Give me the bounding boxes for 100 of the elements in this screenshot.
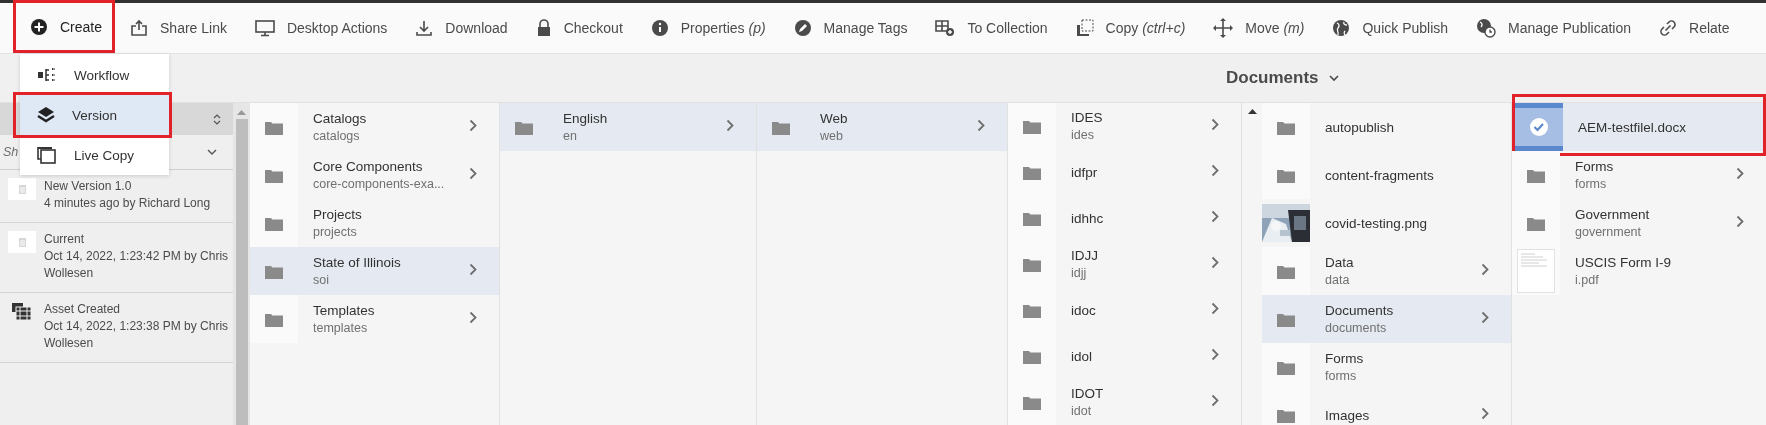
selected-check-icon[interactable] xyxy=(1515,103,1563,151)
chevron-right-icon[interactable] xyxy=(469,167,477,180)
item-title: idfpr xyxy=(1071,164,1099,180)
folder-icon xyxy=(1527,215,1545,231)
chevron-right-icon[interactable] xyxy=(1481,311,1489,324)
list-item[interactable]: idfpr xyxy=(1008,149,1241,195)
toolbar-button[interactable]: Create xyxy=(30,4,103,49)
toolbar-button[interactable]: Manage Publication xyxy=(1476,6,1632,50)
list-item[interactable]: AEM-testfilel.docx xyxy=(1515,103,1763,151)
chevron-right-icon[interactable] xyxy=(1211,348,1219,361)
list-item[interactable]: Forms forms xyxy=(1512,151,1766,199)
menu-item[interactable]: Workflow xyxy=(20,55,169,95)
list-item[interactable]: IDES ides xyxy=(1008,103,1241,149)
folder-icon xyxy=(265,167,283,183)
toolbar-button[interactable]: Share Link xyxy=(130,6,227,50)
list-item[interactable]: Documents documents xyxy=(1262,295,1511,343)
chevron-down-icon[interactable] xyxy=(1328,74,1339,82)
menu-item[interactable]: Version xyxy=(20,95,169,135)
chevron-right-icon[interactable] xyxy=(1211,164,1219,177)
item-title: Images xyxy=(1325,407,1371,423)
toolbar-button[interactable]: Quick Publish xyxy=(1332,6,1449,50)
list-item[interactable]: idhhc xyxy=(1008,195,1241,241)
copy-icon xyxy=(1075,19,1094,37)
list-item[interactable]: Catalogs catalogs xyxy=(250,103,499,151)
list-item[interactable]: content-fragments xyxy=(1262,151,1511,199)
toolbar-button[interactable]: Move (m) xyxy=(1213,6,1305,50)
info-icon xyxy=(650,19,669,37)
chevron-right-icon[interactable] xyxy=(1481,407,1489,420)
pencil-icon xyxy=(793,19,812,37)
list-item[interactable]: IDJJ idjj xyxy=(1008,241,1241,287)
sort-icon[interactable] xyxy=(213,112,221,126)
list-item[interactable]: Data data xyxy=(1262,247,1511,295)
list-item[interactable]: IDOT idot xyxy=(1008,379,1241,425)
scrollbar[interactable] xyxy=(233,103,250,425)
folder-icon xyxy=(1527,167,1545,183)
item-title: Government xyxy=(1575,207,1651,222)
list-item[interactable]: covid-testing.png xyxy=(1262,199,1511,247)
chevron-right-icon[interactable] xyxy=(1736,167,1744,180)
chevron-right-icon[interactable] xyxy=(726,119,734,132)
chevron-right-icon[interactable] xyxy=(1211,210,1219,223)
event-title: Current xyxy=(44,231,85,248)
chevron-right-icon[interactable] xyxy=(1736,215,1744,228)
chevron-right-icon[interactable] xyxy=(1211,394,1219,407)
item-subtitle: i.pdf xyxy=(1575,273,1600,287)
menu-item[interactable]: Live Copy xyxy=(20,135,169,175)
toolbar-button[interactable]: Copy (ctrl+c) xyxy=(1075,6,1186,50)
item-title: autopublish xyxy=(1325,119,1396,135)
list-item[interactable]: English en xyxy=(500,103,756,151)
item-subtitle: idot xyxy=(1071,404,1093,418)
chevron-right-icon[interactable] xyxy=(469,119,477,132)
list-item[interactable]: USCIS Form I-9 i.pdf xyxy=(1512,247,1766,295)
list-item[interactable]: autopublish xyxy=(1262,103,1511,151)
share-icon xyxy=(130,19,149,37)
chevron-right-icon[interactable] xyxy=(1211,118,1219,131)
item-subtitle: soi xyxy=(313,273,330,287)
item-title: Forms xyxy=(1575,159,1615,174)
file-thumbnail xyxy=(8,178,36,200)
folder-icon xyxy=(1277,359,1295,375)
item-title: Documents xyxy=(1325,303,1395,318)
list-item[interactable]: Government government xyxy=(1512,199,1766,247)
event-title: Asset Created xyxy=(44,301,122,318)
toolbar-button[interactable]: Download xyxy=(415,6,508,50)
toolbar-button[interactable]: Relate xyxy=(1659,6,1730,50)
page-title[interactable]: Documents xyxy=(1226,68,1319,88)
folder-icon xyxy=(515,119,533,135)
folder-icon xyxy=(1277,311,1295,327)
list-item[interactable]: idol xyxy=(1008,333,1241,379)
list-item[interactable]: Web web xyxy=(757,103,1007,151)
lock-icon xyxy=(535,19,552,37)
event-detail: Oct 14, 2022, 1:23:42 PM by Chris Wollesen xyxy=(44,248,230,282)
scroll-up-icon[interactable] xyxy=(1247,108,1257,114)
list-item[interactable]: State of Illinois soi xyxy=(250,247,499,295)
download-icon xyxy=(415,19,434,37)
chevron-right-icon[interactable] xyxy=(1211,302,1219,315)
chevron-right-icon[interactable] xyxy=(1211,256,1219,269)
item-subtitle: en xyxy=(563,129,578,143)
chevron-right-icon[interactable] xyxy=(469,263,477,276)
chevron-right-icon[interactable] xyxy=(977,119,985,132)
item-title: Web xyxy=(820,111,849,126)
item-title: IDOT xyxy=(1071,386,1105,401)
item-subtitle: data xyxy=(1325,273,1351,287)
toolbar-button[interactable]: Desktop Actions xyxy=(254,6,388,50)
toolbar-button[interactable]: Properties (p) xyxy=(650,6,766,50)
folder-icon xyxy=(772,119,790,135)
chevron-right-icon[interactable] xyxy=(1481,263,1489,276)
list-item[interactable]: Forms forms xyxy=(1262,343,1511,391)
list-item[interactable]: Images xyxy=(1262,391,1511,425)
list-item[interactable]: Core Components core-components-exa... xyxy=(250,151,499,199)
list-item[interactable]: Projects projects xyxy=(250,199,499,247)
window-icon xyxy=(37,146,57,164)
chevron-right-icon[interactable] xyxy=(469,311,477,324)
list-item[interactable]: Templates templates xyxy=(250,295,499,343)
list-item[interactable]: idoc xyxy=(1008,287,1241,333)
toolbar-button[interactable]: Manage Tags xyxy=(793,6,908,50)
globe-icon xyxy=(1332,19,1351,37)
toolbar-button[interactable]: To Collection xyxy=(935,6,1048,50)
item-title: Forms xyxy=(1325,351,1365,366)
add-icon xyxy=(30,17,48,36)
toolbar-button[interactable]: Checkout xyxy=(535,6,623,50)
folder-icon xyxy=(265,215,283,231)
